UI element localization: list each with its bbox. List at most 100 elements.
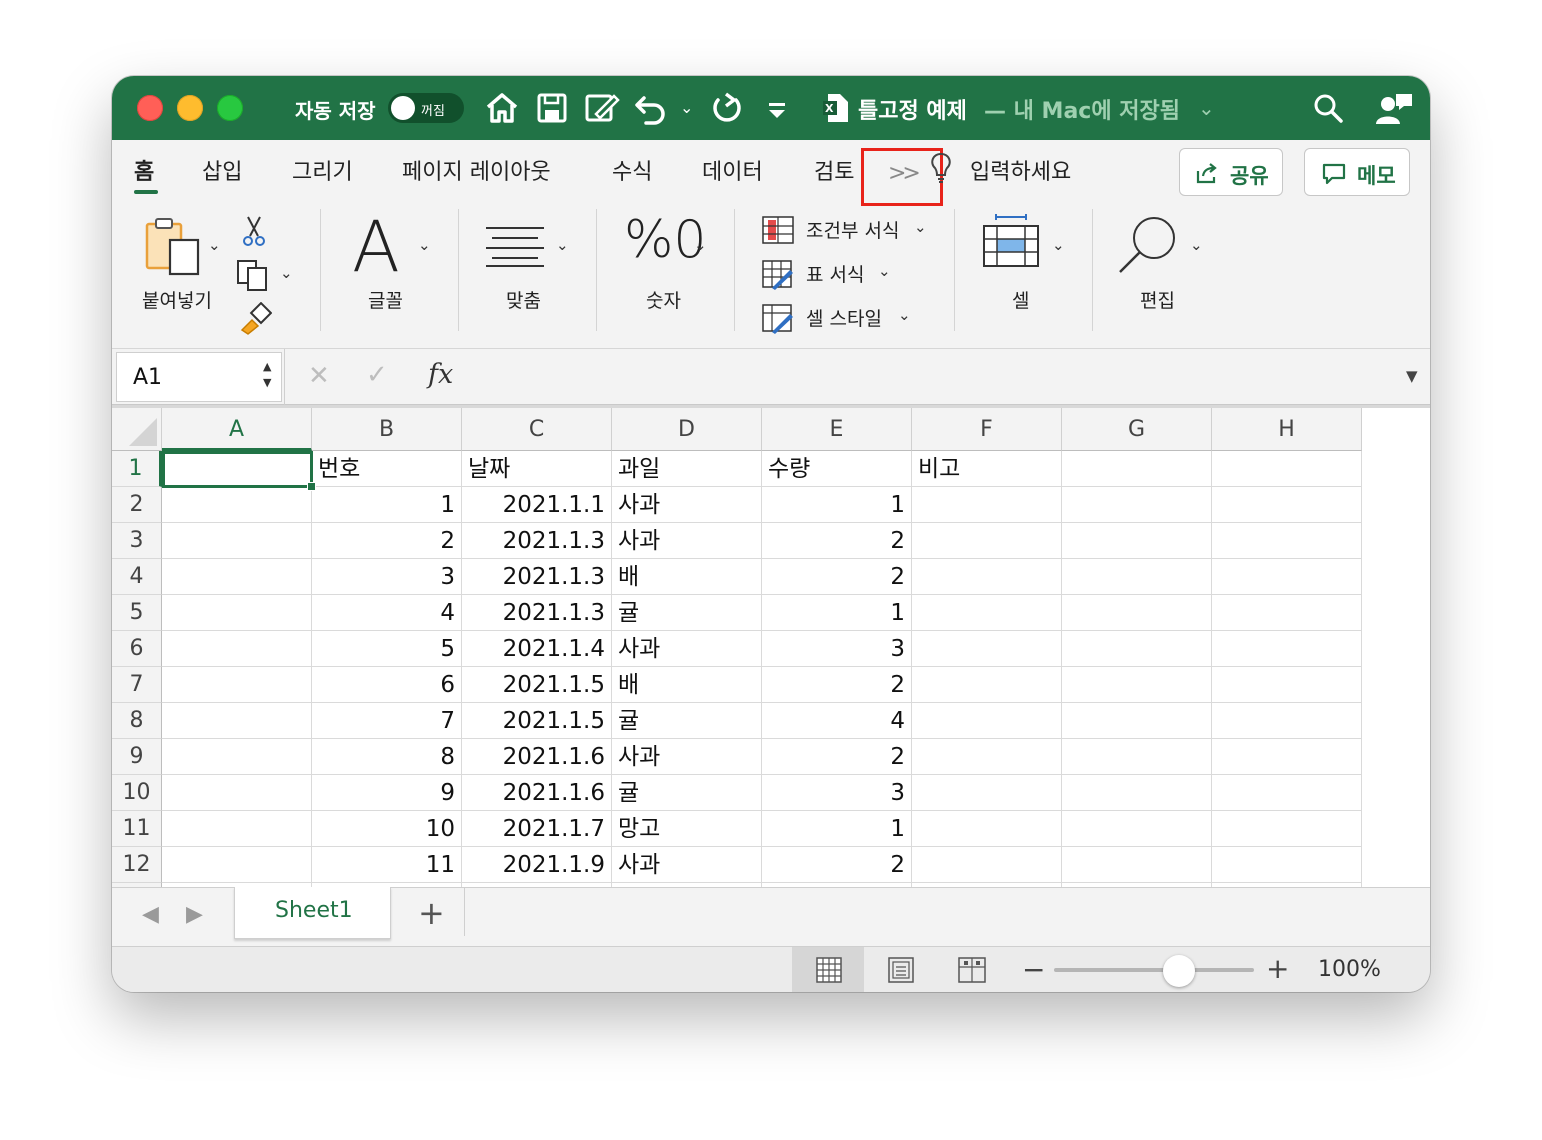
cell-g9[interactable]	[1062, 739, 1212, 775]
document-title[interactable]: 틀고정 예제	[858, 93, 967, 125]
customize-icon[interactable]	[766, 90, 788, 126]
autosave-toggle[interactable]: 꺼짐	[388, 93, 464, 123]
cell-b12[interactable]: 11	[312, 847, 462, 883]
cell-c2[interactable]: 2021.1.1	[462, 487, 612, 523]
cell-f2[interactable]	[912, 487, 1062, 523]
cell-d9[interactable]: 사과	[612, 739, 762, 775]
check-icon[interactable]: ✓	[366, 360, 388, 390]
cell-a11[interactable]	[162, 811, 312, 847]
cell-c12[interactable]: 2021.1.9	[462, 847, 612, 883]
insert-function-icon[interactable]: fx	[428, 359, 453, 390]
row-header[interactable]: 5	[112, 595, 162, 631]
row-header[interactable]: 8	[112, 703, 162, 739]
column-header[interactable]: C	[462, 408, 612, 451]
cell-a6[interactable]	[162, 631, 312, 667]
paste-icon[interactable]	[144, 216, 204, 278]
cell-h2[interactable]	[1212, 487, 1362, 523]
cell-f8[interactable]	[912, 703, 1062, 739]
normal-view-button[interactable]	[792, 947, 864, 992]
cell-f7[interactable]	[912, 667, 1062, 703]
row-header[interactable]: 4	[112, 559, 162, 595]
sheet-tab-sheet1[interactable]: Sheet1	[234, 887, 391, 939]
cell-g1[interactable]	[1062, 451, 1212, 487]
cell-f1[interactable]: 비고	[912, 451, 1062, 487]
share-button[interactable]: 공유	[1179, 148, 1283, 196]
cell-b2[interactable]: 1	[312, 487, 462, 523]
cell-g6[interactable]	[1062, 631, 1212, 667]
tab-data[interactable]: 데이터	[702, 154, 763, 186]
search-icon[interactable]	[1312, 90, 1344, 126]
cell-h4[interactable]	[1212, 559, 1362, 595]
cell-g12[interactable]	[1062, 847, 1212, 883]
row-header[interactable]: 11	[112, 811, 162, 847]
cell-a4[interactable]	[162, 559, 312, 595]
cell-g4[interactable]	[1062, 559, 1212, 595]
column-header[interactable]: E	[762, 408, 912, 451]
name-box-stepper-icon[interactable]: ▲ ▼	[263, 359, 271, 391]
page-layout-view-button[interactable]	[864, 947, 936, 992]
cell-e2[interactable]: 1	[762, 487, 912, 523]
name-box[interactable]: A1 ▲ ▼	[116, 352, 282, 402]
zoom-slider-knob[interactable]	[1162, 955, 1195, 987]
copy-chevron-down-icon[interactable]: ⌄	[280, 264, 293, 282]
cell-b6[interactable]: 5	[312, 631, 462, 667]
cancel-icon[interactable]: ✕	[308, 361, 330, 391]
document-location[interactable]: — 내 Mac에 저장됨	[984, 93, 1180, 125]
cell-c7[interactable]: 2021.1.5	[462, 667, 612, 703]
cell-c11[interactable]: 2021.1.7	[462, 811, 612, 847]
cell-f5[interactable]	[912, 595, 1062, 631]
cell-e12[interactable]: 2	[762, 847, 912, 883]
cell-d7[interactable]: 배	[612, 667, 762, 703]
tell-me-input[interactable]: 입력하세요	[970, 154, 1071, 186]
scroll-sheets-left-icon[interactable]: ◀	[142, 902, 159, 927]
select-all-button[interactable]	[112, 408, 162, 451]
expand-formula-bar-icon[interactable]: ▼	[1406, 367, 1418, 385]
comments-button[interactable]: 메모	[1304, 148, 1410, 196]
font-chevron-down-icon[interactable]: ⌄	[418, 236, 431, 254]
cell-b4[interactable]: 3	[312, 559, 462, 595]
minimize-window-button[interactable]	[177, 95, 203, 121]
cell-d5[interactable]: 귤	[612, 595, 762, 631]
cell-f3[interactable]	[912, 523, 1062, 559]
cell-g11[interactable]	[1062, 811, 1212, 847]
row-header[interactable]: 3	[112, 523, 162, 559]
cell-a3[interactable]	[162, 523, 312, 559]
cell-styles-label[interactable]: 셀 스타일	[806, 304, 882, 331]
table-format-label[interactable]: 표 서식	[806, 260, 864, 287]
page-break-view-button[interactable]	[936, 947, 1008, 992]
editing-chevron-down-icon[interactable]: ⌄	[1190, 236, 1203, 254]
cell-f12[interactable]	[912, 847, 1062, 883]
alignment-icon[interactable]	[484, 224, 546, 268]
cell-styles-chevron-icon[interactable]: ⌄	[898, 306, 911, 324]
copy-icon[interactable]	[236, 258, 270, 292]
cut-icon[interactable]	[240, 214, 268, 248]
cell-d6[interactable]: 사과	[612, 631, 762, 667]
cell-g10[interactable]	[1062, 775, 1212, 811]
cell-d2[interactable]: 사과	[612, 487, 762, 523]
cell-e6[interactable]: 3	[762, 631, 912, 667]
cell-h11[interactable]	[1212, 811, 1362, 847]
cell-a7[interactable]	[162, 667, 312, 703]
row-header[interactable]: 7	[112, 667, 162, 703]
cell-d1[interactable]: 과일	[612, 451, 762, 487]
cell-g3[interactable]	[1062, 523, 1212, 559]
cell-b3[interactable]: 2	[312, 523, 462, 559]
format-painter-icon[interactable]	[238, 302, 272, 336]
column-header[interactable]: H	[1212, 408, 1362, 451]
column-header[interactable]: B	[312, 408, 462, 451]
row-header[interactable]: 1	[112, 451, 162, 487]
tab-review[interactable]: 검토	[814, 154, 854, 186]
cell-b11[interactable]: 10	[312, 811, 462, 847]
cell-a10[interactable]	[162, 775, 312, 811]
row-header[interactable]: 6	[112, 631, 162, 667]
cell-d3[interactable]: 사과	[612, 523, 762, 559]
save-icon[interactable]	[536, 90, 568, 126]
cell-h9[interactable]	[1212, 739, 1362, 775]
cell-c5[interactable]: 2021.1.3	[462, 595, 612, 631]
cell-g7[interactable]	[1062, 667, 1212, 703]
cell-b9[interactable]: 8	[312, 739, 462, 775]
title-chevron-down-icon[interactable]: ⌄	[1198, 96, 1215, 120]
cell-f10[interactable]	[912, 775, 1062, 811]
cell-h8[interactable]	[1212, 703, 1362, 739]
cell-h7[interactable]	[1212, 667, 1362, 703]
